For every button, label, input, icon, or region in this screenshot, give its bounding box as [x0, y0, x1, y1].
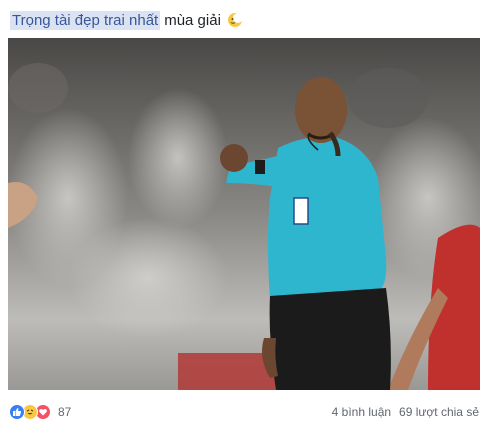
like-reaction-icon: [9, 404, 25, 420]
reactions-summary[interactable]: 87: [9, 404, 71, 420]
moon-face-emoji-icon: [227, 12, 243, 28]
reaction-count[interactable]: 87: [58, 405, 71, 419]
caption-rest: mùa giải: [164, 11, 221, 29]
shares-count-link[interactable]: 69 lượt chia sẻ: [399, 405, 479, 419]
post-stats: 4 bình luận 69 lượt chia sẻ: [332, 405, 479, 419]
comments-count-link[interactable]: 4 bình luận: [332, 405, 391, 419]
highlighted-caption: Trọng tài đẹp trai nhất: [10, 10, 161, 30]
post-footer: 87 4 bình luận 69 lượt chia sẻ: [0, 400, 487, 424]
post-photo[interactable]: [8, 38, 480, 390]
post-caption: Trọng tài đẹp trai nhất mùa giải: [10, 8, 243, 32]
